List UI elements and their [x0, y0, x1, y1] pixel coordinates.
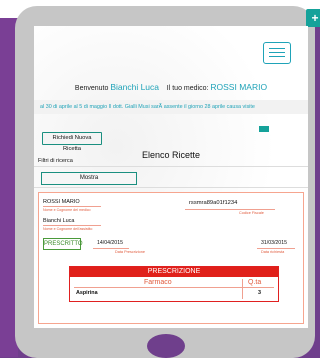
plus-icon[interactable]: +	[306, 9, 320, 27]
welcome-line: Benvenuto Bianchi Luca Il tuo medico: RO…	[34, 82, 308, 92]
hamburger-menu-icon[interactable]	[263, 42, 291, 64]
menu-bar	[269, 48, 285, 49]
doctor-caption: Nome e Cognome del medico	[43, 208, 91, 212]
prescription-date: 14/04/2015	[97, 240, 123, 246]
card-patient-name: Bianchi Luca	[43, 218, 75, 224]
ticker-text: al 30 di aprile al 5 di maggio Il dott. …	[40, 104, 255, 110]
table-row-drug: Aspirina	[76, 290, 98, 296]
show-button[interactable]: Mostra	[41, 172, 137, 185]
field-underline	[257, 248, 295, 249]
app-screen: Benvenuto Bianchi Luca Il tuo medico: RO…	[34, 26, 308, 328]
column-divider	[242, 279, 243, 299]
field-underline	[43, 206, 101, 207]
prescription-date-caption: Data Prescrizione	[115, 250, 145, 254]
home-button[interactable]	[147, 334, 185, 358]
column-header-qty: Q.ta	[248, 279, 262, 286]
user-name: Bianchi Luca	[110, 82, 160, 92]
doctor-name: ROSSI MARIO	[210, 82, 268, 92]
prescription-table: PRESCRIZIONE Farmaco Q.ta Aspirina 3	[69, 266, 279, 302]
table-row-qty: 3	[258, 290, 261, 296]
menu-bar	[269, 56, 285, 57]
column-header-drug: Farmaco	[144, 279, 172, 286]
doctor-prefix: Il tuo medico:	[166, 85, 209, 92]
news-ticker: al 30 di aprile al 5 di maggio Il dott. …	[34, 100, 308, 114]
filters-label: Filtri di ricerca	[38, 158, 73, 164]
divider	[34, 166, 308, 167]
request-date-caption: Data richiesta	[261, 250, 285, 254]
prescription-card[interactable]: ROSSI MARIO Nome e Cognome del medico Bi…	[38, 192, 304, 324]
divider	[34, 187, 308, 188]
card-doctor-name: ROSSI MARIO	[43, 199, 80, 205]
new-prescription-button[interactable]: Richiedi Nuova Ricetta	[42, 132, 102, 152]
status-badge: PRESCRITTO	[43, 238, 83, 250]
patient-caption: Nome e Cognome dell'assistito	[43, 227, 93, 231]
field-underline	[93, 248, 129, 249]
menu-bar	[269, 52, 285, 53]
field-underline	[185, 209, 275, 210]
page-title: Elenco Ricette	[141, 150, 201, 160]
field-underline	[43, 225, 101, 226]
welcome-prefix: Benvenuto	[74, 85, 109, 92]
table-divider	[74, 287, 274, 288]
prescription-header: PRESCRIZIONE	[70, 267, 278, 277]
request-date: 31/03/2015	[261, 240, 287, 246]
fiscal-caption: Codice Fiscale	[239, 211, 264, 215]
status-indicator	[259, 126, 269, 132]
fiscal-code: rssmra89a01f1234	[189, 200, 238, 206]
